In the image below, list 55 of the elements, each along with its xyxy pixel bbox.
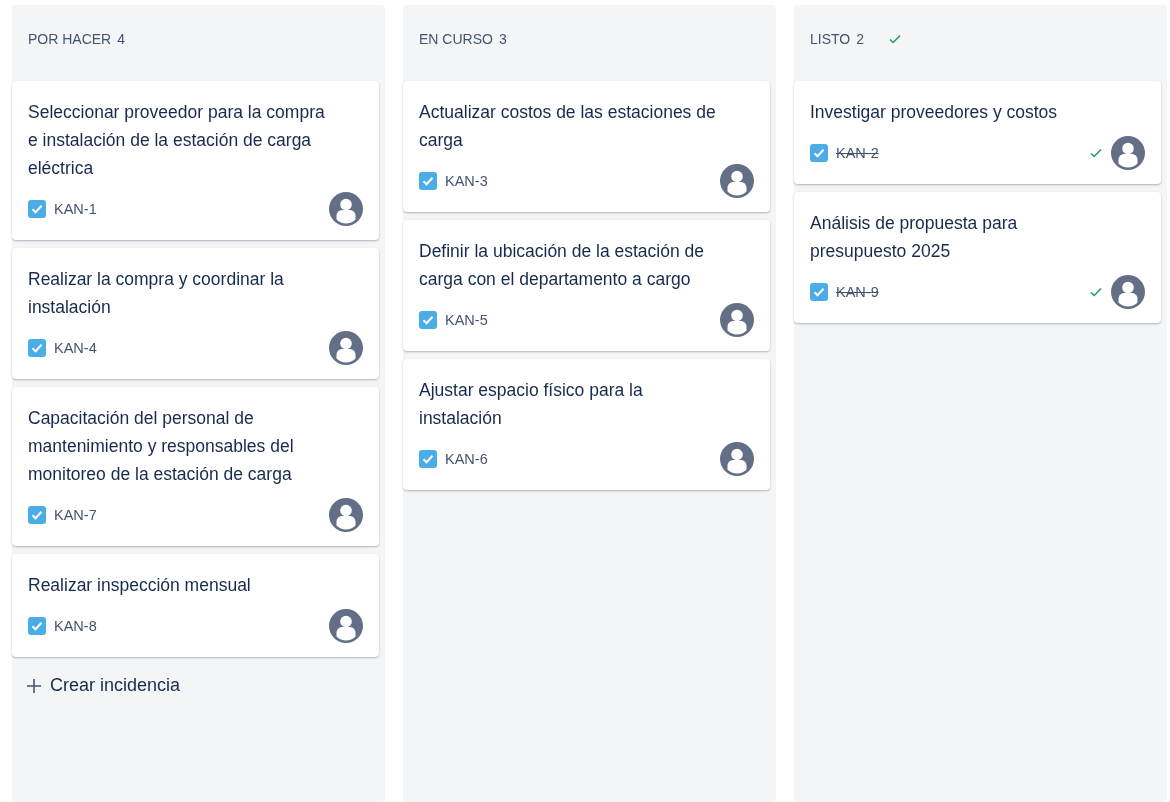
avatar-icon[interactable] [329, 609, 363, 643]
issue-card[interactable]: Realizar la compra y coordinar la instalación KAN-4 [12, 248, 379, 379]
avatar-icon[interactable] [1111, 275, 1145, 309]
check-icon [1089, 147, 1103, 159]
avatar-icon[interactable] [720, 442, 754, 476]
issue-key: KAN-5 [445, 312, 712, 328]
issue-title: Realizar inspección mensual [28, 574, 252, 597]
checkbox-icon [419, 172, 437, 190]
plus-icon [26, 677, 42, 694]
issue-key: KAN-7 [54, 507, 321, 523]
avatar-icon[interactable] [329, 498, 363, 532]
checkbox-icon [28, 506, 46, 524]
issue-key: KAN-1 [54, 201, 321, 217]
issue-count: 3 [498, 31, 507, 47]
avatar-icon[interactable] [1111, 136, 1145, 170]
issue-title: Actualizar costos de las estaciones de carga [419, 101, 717, 152]
issue-key: KAN-6 [445, 451, 712, 467]
checkbox-icon [28, 617, 46, 635]
issue-key: KAN-9 [836, 284, 1081, 300]
issue-key: KAN-3 [445, 173, 712, 189]
column-title: EN CURSO [419, 31, 493, 47]
checkbox-icon [419, 450, 437, 468]
issue-card[interactable]: Realizar inspección mensual KAN-8 [12, 554, 379, 657]
column-title: POR HACER [28, 31, 112, 47]
issue-title: Seleccionar proveedor para la compra e instalación de la estación de carga eléctrica [28, 101, 326, 180]
issue-title: Ajustar espacio físico para la instalación [419, 379, 644, 430]
issue-count: 2 [856, 31, 864, 47]
issue-title: Investigar proveedores y costos [810, 101, 1059, 124]
issue-key: KAN-8 [54, 618, 321, 634]
issue-title: Definir la ubicación de la estación de carga con el departamento a cargo [419, 240, 706, 291]
issue-card[interactable]: Capacitación del personal de mantenimiento y responsables del monitoreo de la estación de carga KAN-7 [12, 387, 379, 546]
issue-card[interactable]: Actualizar costos de las estaciones de carga KAN-3 [403, 81, 770, 212]
avatar-icon[interactable] [720, 303, 754, 337]
check-icon [1089, 286, 1103, 298]
checkbox-icon [419, 311, 437, 329]
avatar-icon[interactable] [329, 192, 363, 226]
issue-card[interactable]: Análisis de propuesta para presupuesto 2025 KAN-9 [794, 192, 1161, 323]
checkbox-icon [28, 200, 46, 218]
checkbox-icon [810, 283, 828, 301]
issue-key: KAN-4 [54, 340, 321, 356]
issue-title: Análisis de propuesta para presupuesto 2025 [810, 212, 1019, 263]
issue-title: Realizar la compra y coordinar la instalación [28, 268, 285, 319]
avatar-icon[interactable] [720, 164, 754, 198]
issue-count: 4 [117, 31, 126, 47]
issue-key: KAN-2 [836, 145, 1081, 161]
avatar-icon[interactable] [329, 331, 363, 365]
create-issue-button[interactable]: Crear incidencia [12, 657, 385, 714]
issue-card[interactable]: Definir la ubicación de la estación de carga con el departamento a cargo KAN-5 [403, 220, 770, 351]
issue-card[interactable]: Seleccionar proveedor para la compra e instalación de la estación de carga eléctrica KAN-1 [12, 81, 379, 240]
issue-card[interactable]: Ajustar espacio físico para la instalación KAN-6 [403, 359, 770, 490]
checkbox-icon [28, 339, 46, 357]
issue-card[interactable]: Investigar proveedores y costos KAN-2 [794, 81, 1161, 184]
issue-title: Capacitación del personal de mantenimiento y responsables del monitoreo de la estación de carga [28, 407, 295, 486]
checkbox-icon [810, 144, 828, 162]
column-title: LISTO [810, 31, 851, 47]
